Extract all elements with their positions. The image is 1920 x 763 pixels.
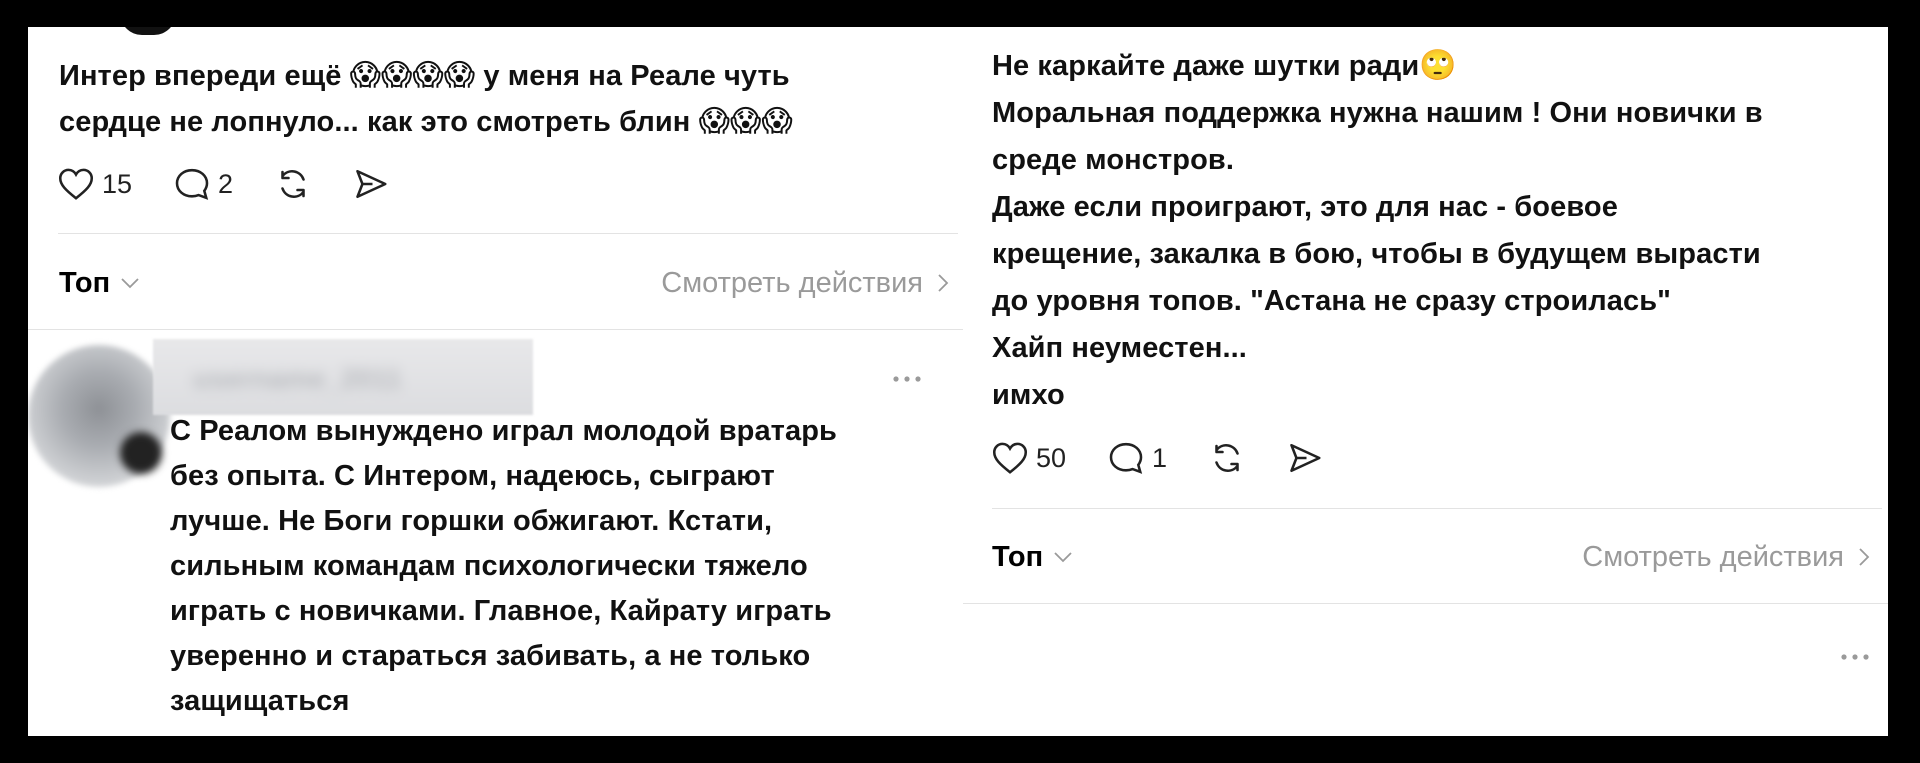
post-actions: 50 1 bbox=[992, 441, 1365, 475]
view-actions-label: Смотреть действия bbox=[1582, 540, 1844, 573]
comment-icon bbox=[1109, 442, 1143, 474]
more-icon[interactable] bbox=[1840, 653, 1870, 661]
reply-line: сильным командам психологически тяжело bbox=[170, 550, 808, 582]
post-line-2: сердце не лопнуло... как это смотреть бл… bbox=[59, 104, 793, 139]
divider bbox=[963, 603, 1888, 604]
sort-bar: Топ Смотреть действия bbox=[992, 537, 1870, 577]
post-line: до уровня топов. "Астана не сразу строил… bbox=[992, 285, 1672, 317]
post-line: крещение, закалка в бою, чтобы в будущем… bbox=[992, 238, 1761, 270]
chevron-down-icon bbox=[1054, 552, 1072, 563]
sort-label: Топ bbox=[992, 540, 1044, 573]
reply-line: уверенно и стараться забивать, а не толь… bbox=[170, 640, 811, 672]
post-line: имхо bbox=[992, 379, 1065, 411]
heart-icon bbox=[992, 442, 1028, 474]
chevron-down-icon bbox=[121, 278, 139, 289]
screaming-face-emojis: 😱😱😱😱 bbox=[349, 58, 476, 93]
heart-icon bbox=[58, 168, 94, 200]
repost-button[interactable] bbox=[1209, 441, 1245, 475]
post-line-1: Интер впереди ещё 😱😱😱😱 у меня на Реале ч… bbox=[59, 58, 790, 93]
like-count: 50 bbox=[1036, 442, 1067, 473]
send-icon bbox=[356, 169, 387, 199]
post-line: Хайп неуместен... bbox=[992, 332, 1247, 364]
post-text: Интер впереди ещё 😱😱😱😱 у меня на Реале ч… bbox=[59, 53, 959, 145]
divider bbox=[58, 233, 958, 234]
share-button[interactable] bbox=[1287, 441, 1323, 475]
comment-button[interactable]: 1 bbox=[1108, 441, 1167, 475]
repost-button[interactable] bbox=[275, 167, 311, 201]
chevron-right-icon bbox=[1859, 548, 1870, 566]
like-button[interactable]: 15 bbox=[58, 167, 132, 201]
share-button[interactable] bbox=[353, 167, 389, 201]
like-count: 15 bbox=[102, 168, 133, 199]
reply-line: лучше. Не Боги горшки обжигают. Кстати, bbox=[170, 505, 773, 537]
avatar-partial bbox=[120, 27, 176, 35]
reply-line: защищаться bbox=[170, 685, 350, 717]
repost-icon bbox=[1215, 444, 1239, 472]
view-actions-link[interactable]: Смотреть действия bbox=[1582, 541, 1870, 574]
comment-icon bbox=[175, 168, 209, 200]
sort-label: Топ bbox=[59, 266, 111, 299]
screaming-face-emojis: 😱😱😱 bbox=[698, 104, 793, 139]
send-icon bbox=[1290, 443, 1321, 473]
repost-icon bbox=[281, 170, 305, 198]
eye-roll-emoji: 🙄 bbox=[1419, 48, 1457, 83]
post-line: среде монстров. bbox=[992, 144, 1235, 176]
reply-line: С Реалом вынуждено играл молодой вратарь bbox=[170, 415, 837, 447]
reply-line: без опыта. С Интером, надеюсь, сыграют bbox=[170, 460, 775, 492]
sort-dropdown[interactable]: Топ bbox=[59, 267, 140, 300]
comment-count: 1 bbox=[1152, 442, 1168, 473]
post-line: Не каркайте даже шутки ради🙄 bbox=[992, 48, 1457, 83]
view-actions-label: Смотреть действия bbox=[661, 266, 923, 299]
reply-line: играть с новичками. Главное, Кайрату игр… bbox=[170, 595, 832, 627]
left-thread-panel: Интер впереди ещё 😱😱😱😱 у меня на Реале ч… bbox=[28, 27, 963, 736]
sort-dropdown[interactable]: Топ bbox=[992, 541, 1073, 574]
avatar-badge bbox=[120, 432, 162, 474]
divider bbox=[992, 508, 1882, 509]
post-line: Моральная поддержка нужна нашим ! Они но… bbox=[992, 97, 1763, 129]
view-actions-link[interactable]: Смотреть действия bbox=[661, 267, 949, 300]
comment-button[interactable]: 2 bbox=[174, 167, 233, 201]
username[interactable]: username_2011 bbox=[153, 339, 533, 415]
sort-bar: Топ Смотреть действия bbox=[59, 263, 949, 303]
right-thread-panel: Не каркайте даже шутки ради🙄 Моральная п… bbox=[963, 27, 1888, 736]
post-actions: 15 2 bbox=[58, 167, 431, 201]
reply-text: С Реалом вынуждено играл молодой вратарь… bbox=[170, 409, 960, 724]
post-line: Даже если проиграют, это для нас - боево… bbox=[992, 191, 1618, 223]
like-button[interactable]: 50 bbox=[992, 441, 1066, 475]
post-text: Не каркайте даже шутки ради🙄 Моральная п… bbox=[992, 42, 1882, 419]
more-icon[interactable] bbox=[892, 375, 922, 383]
chevron-right-icon bbox=[938, 274, 949, 292]
comment-count: 2 bbox=[218, 168, 234, 199]
divider bbox=[28, 329, 963, 330]
